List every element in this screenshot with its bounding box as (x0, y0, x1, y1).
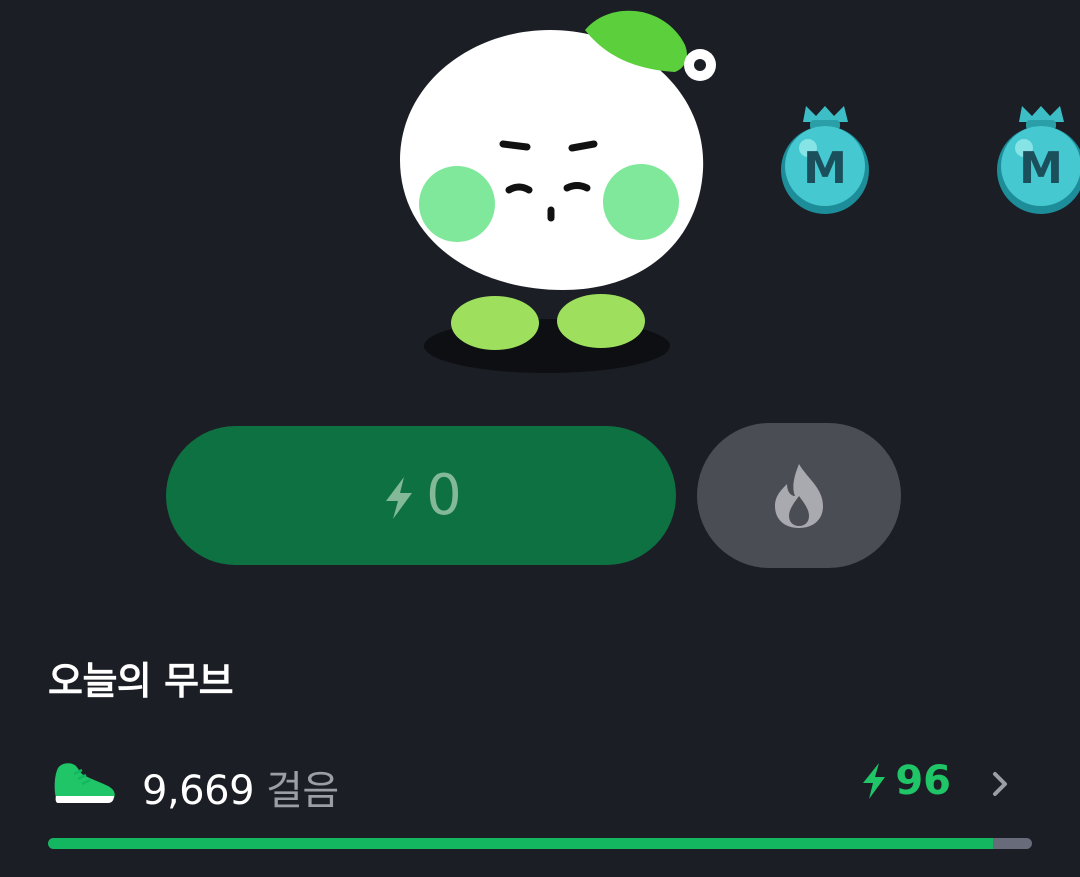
bolt-icon (386, 476, 413, 519)
steps-unit: 걸음 (266, 768, 339, 814)
flame-icon (775, 463, 823, 528)
bolt-icon (863, 763, 886, 799)
section-title: 오늘의 무브 (48, 659, 234, 703)
boost-button[interactable] (697, 423, 901, 568)
steps-count: 9,669 걸음 (142, 758, 339, 816)
chevron-right-icon[interactable] (989, 770, 1011, 798)
coin-bag-icon[interactable]: M (778, 100, 873, 215)
steps-progress-fill (48, 838, 993, 849)
coin-label: M (803, 143, 847, 194)
energy-value: 0 (426, 463, 462, 528)
app-screen: M M 0 오늘의 무브 9,669 걸음 96 (0, 0, 1080, 877)
steps-row[interactable]: 9,669 걸음 96 (48, 748, 1033, 818)
reward-value: 96 (895, 758, 951, 804)
coin-label: M (1019, 143, 1063, 194)
reward-amount: 96 (859, 758, 951, 804)
shoe-icon (54, 763, 115, 803)
energy-button[interactable]: 0 (166, 426, 676, 565)
steps-value: 9,669 (142, 768, 255, 814)
mascot-character[interactable] (395, 0, 725, 380)
coin-bag-icon[interactable]: M (994, 100, 1080, 215)
steps-progress-bar (48, 838, 1032, 849)
